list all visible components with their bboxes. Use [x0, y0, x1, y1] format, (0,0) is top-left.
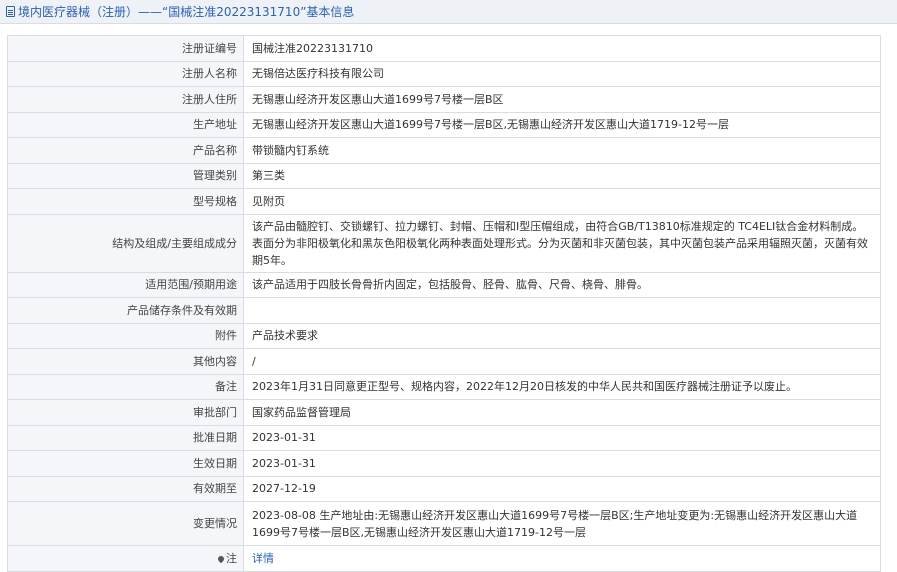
field-value: 无锡惠山经济开发区惠山大道1699号7号楼一层B区,无锡惠山经济开发区惠山大道1… [243, 111, 881, 138]
field-value: 无锡惠山经济开发区惠山大道1699号7号楼一层B区 [243, 86, 881, 113]
table-row: 型号规格 见附页 [7, 188, 881, 215]
table-row: 管理类别 第三类 [7, 162, 881, 189]
field-value: 2023年1月31日同意更正型号、规格内容，2022年12月20日核发的中华人民… [243, 373, 881, 400]
table-row: 结构及组成/主要组成成分 该产品由髓腔钉、交锁螺钉、拉力螺钉、封帽、压帽和Ⅰ型压帽… [7, 213, 881, 273]
field-value: 国械注准20223131710 [243, 35, 881, 62]
field-value: / [243, 348, 881, 375]
field-label: 管理类别 [7, 162, 244, 189]
field-label: 适用范围/预期用途 [7, 271, 244, 298]
table-row: 产品名称 带锁髓内钉系统 [7, 137, 881, 164]
table-row: 有效期至 2027-12-19 [7, 475, 881, 502]
details-link[interactable]: 详情 [252, 552, 274, 565]
field-label: 产品储存条件及有效期 [7, 297, 244, 324]
field-value: 2027-12-19 [243, 475, 881, 502]
table-row: 注册人住所 无锡惠山经济开发区惠山大道1699号7号楼一层B区 [7, 86, 881, 113]
field-value: 该产品适用于四肢长骨骨折内固定，包括股骨、胫骨、肱骨、尺骨、桡骨、腓骨。 [243, 271, 881, 298]
field-label: 审批部门 [7, 399, 244, 426]
table-row: 适用范围/预期用途 该产品适用于四肢长骨骨折内固定，包括股骨、胫骨、肱骨、尺骨、桡… [7, 271, 881, 298]
field-label: 其他内容 [7, 348, 244, 375]
field-label: 型号规格 [7, 188, 244, 215]
field-label: 有效期至 [7, 475, 244, 502]
table-row: 生效日期 2023-01-31 [7, 450, 881, 477]
field-value: 见附页 [243, 188, 881, 215]
field-value: 2023-01-31 [243, 450, 881, 477]
field-value: 2023-08-08 生产地址由:无锡惠山经济开发区惠山大道1699号7号楼一层… [243, 501, 881, 546]
field-value: 国家药品监督管理局 [243, 399, 881, 426]
field-label: 结构及组成/主要组成成分 [7, 213, 244, 273]
table-row: 批准日期 2023-01-31 [7, 424, 881, 451]
page-title: 境内医疗器械（注册）——“国械注准20223131710”基本信息 [18, 5, 355, 19]
field-label: 注册人住所 [7, 86, 244, 113]
table-row: 附件 产品技术要求 [7, 322, 881, 349]
field-label: 生产地址 [7, 111, 244, 138]
field-label: 注册证编号 [7, 35, 244, 62]
table-row: 注册人名称 无锡倍达医疗科技有限公司 [7, 60, 881, 87]
pin-icon [216, 554, 226, 563]
table-row: 注册证编号 国械注准20223131710 [7, 35, 881, 62]
table-row: 其他内容 / [7, 348, 881, 375]
field-value: 第三类 [243, 162, 881, 189]
field-label: 变更情况 [7, 501, 244, 546]
field-value: 该产品由髓腔钉、交锁螺钉、拉力螺钉、封帽、压帽和Ⅰ型压帽组成，由符合GB/T13… [243, 213, 881, 273]
detail-panel: 注册证编号 国械注准20223131710 注册人名称 无锡倍达医疗科技有限公司 注… [7, 35, 881, 572]
info-table: 注册证编号 国械注准20223131710 注册人名称 无锡倍达医疗科技有限公司 注… [7, 35, 881, 572]
table-row: 备注 2023年1月31日同意更正型号、规格内容，2022年12月20日核发的中华… [7, 373, 881, 400]
field-label: 备注 [7, 373, 244, 400]
field-value: 2023-01-31 [243, 424, 881, 451]
table-row: 审批部门 国家药品监督管理局 [7, 399, 881, 426]
field-label: 附件 [7, 322, 244, 349]
page-header: 境内医疗器械（注册）——“国械注准20223131710”基本信息 [0, 0, 897, 24]
table-row: 产品储存条件及有效期 [7, 297, 881, 324]
document-icon [6, 6, 15, 17]
field-label: 注册人名称 [7, 60, 244, 87]
note-label-cell: 注 [7, 545, 244, 572]
field-value: 产品技术要求 [243, 322, 881, 349]
field-label: 产品名称 [7, 137, 244, 164]
table-row: 变更情况 2023-08-08 生产地址由:无锡惠山经济开发区惠山大道1699号7… [7, 501, 881, 546]
note-value-cell: 详情 [243, 545, 881, 572]
note-label: 注 [226, 551, 237, 565]
field-label: 批准日期 [7, 424, 244, 451]
field-value: 带锁髓内钉系统 [243, 137, 881, 164]
table-row: 生产地址 无锡惠山经济开发区惠山大道1699号7号楼一层B区,无锡惠山经济开发区惠… [7, 111, 881, 138]
field-value: 无锡倍达医疗科技有限公司 [243, 60, 881, 87]
field-label: 生效日期 [7, 450, 244, 477]
table-row: 注 详情 [7, 545, 881, 572]
field-value [243, 297, 881, 324]
